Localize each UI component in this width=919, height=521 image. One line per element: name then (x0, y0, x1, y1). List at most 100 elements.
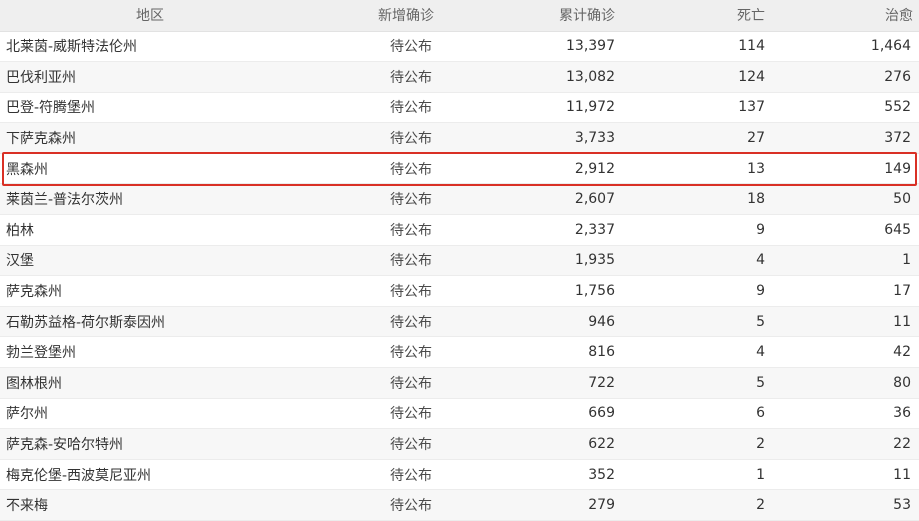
column-header-recovered[interactable]: 治愈 (771, 0, 919, 32)
total-confirmed-cell: 816 (440, 336, 621, 369)
deaths-cell: 5 (621, 367, 771, 399)
new-confirmed-cell: 待公布 (300, 275, 440, 307)
recovered-cell: 1,464 (771, 31, 919, 63)
column-header-region[interactable]: 地区 (0, 0, 300, 32)
table-row[interactable]: 柏林 待公布 2,337 9 645 (0, 214, 919, 246)
new-confirmed-cell: 待公布 (300, 92, 440, 124)
recovered-cell: 50 (771, 183, 919, 216)
region-cell: 萨尔州 (0, 398, 300, 430)
total-confirmed-cell: 13,397 (440, 31, 621, 63)
table-row[interactable]: 莱茵兰-普法尔茨州 待公布 2,607 18 50 (0, 183, 919, 216)
total-confirmed-cell: 352 (440, 459, 621, 491)
total-confirmed-cell: 946 (440, 306, 621, 338)
table-row[interactable]: 不来梅 待公布 279 2 53 (0, 489, 919, 521)
region-cell: 图林根州 (0, 367, 300, 399)
table-row[interactable]: 巴伐利亚州 待公布 13,082 124 276 (0, 61, 919, 93)
new-confirmed-cell: 待公布 (300, 31, 440, 63)
total-confirmed-cell: 11,972 (440, 92, 621, 124)
region-cell: 石勒苏益格-荷尔斯泰因州 (0, 306, 300, 338)
table-row[interactable]: 巴登-符腾堡州 待公布 11,972 137 552 (0, 92, 919, 124)
table-row[interactable]: 图林根州 待公布 722 5 80 (0, 367, 919, 399)
table-row[interactable]: 勃兰登堡州 待公布 816 4 42 (0, 336, 919, 369)
new-confirmed-cell: 待公布 (300, 428, 440, 460)
column-header-total-confirmed[interactable]: 累计确诊 (440, 0, 621, 32)
total-confirmed-cell: 2,912 (440, 153, 621, 185)
region-stats-table: 地区 新增确诊 累计确诊 死亡 治愈 北莱茵-威斯特法伦州 待公布 13,397… (0, 0, 919, 521)
column-header-new-confirmed[interactable]: 新增确诊 (300, 0, 440, 32)
region-cell: 梅克伦堡-西波莫尼亚州 (0, 459, 300, 491)
new-confirmed-cell: 待公布 (300, 61, 440, 93)
table-row[interactable]: 汉堡 待公布 1,935 4 1 (0, 245, 919, 277)
deaths-cell: 9 (621, 275, 771, 307)
deaths-cell: 114 (621, 31, 771, 63)
column-header-deaths[interactable]: 死亡 (621, 0, 771, 32)
new-confirmed-cell: 待公布 (300, 489, 440, 521)
recovered-cell: 17 (771, 275, 919, 307)
total-confirmed-cell: 1,756 (440, 275, 621, 307)
region-cell: 黑森州 (0, 153, 300, 185)
deaths-cell: 5 (621, 306, 771, 338)
table-row[interactable]: 石勒苏益格-荷尔斯泰因州 待公布 946 5 11 (0, 306, 919, 338)
recovered-cell: 372 (771, 122, 919, 154)
total-confirmed-cell: 3,733 (440, 122, 621, 154)
total-confirmed-cell: 2,337 (440, 214, 621, 246)
recovered-cell: 11 (771, 306, 919, 338)
table-row[interactable]: 萨克森-安哈尔特州 待公布 622 2 22 (0, 428, 919, 460)
total-confirmed-cell: 669 (440, 398, 621, 430)
new-confirmed-cell: 待公布 (300, 398, 440, 430)
table-row[interactable]: 北莱茵-威斯特法伦州 待公布 13,397 114 1,464 (0, 31, 919, 63)
recovered-cell: 149 (771, 153, 919, 185)
region-cell: 萨克森-安哈尔特州 (0, 428, 300, 460)
total-confirmed-cell: 1,935 (440, 245, 621, 277)
recovered-cell: 80 (771, 367, 919, 399)
deaths-cell: 124 (621, 61, 771, 93)
deaths-cell: 6 (621, 398, 771, 430)
new-confirmed-cell: 待公布 (300, 367, 440, 399)
deaths-cell: 4 (621, 245, 771, 277)
deaths-cell: 18 (621, 183, 771, 216)
recovered-cell: 276 (771, 61, 919, 93)
new-confirmed-cell: 待公布 (300, 122, 440, 154)
deaths-cell: 4 (621, 336, 771, 369)
deaths-cell: 1 (621, 459, 771, 491)
table-row[interactable]: 萨尔州 待公布 669 6 36 (0, 398, 919, 430)
total-confirmed-cell: 2,607 (440, 183, 621, 216)
deaths-cell: 137 (621, 92, 771, 124)
region-cell: 巴登-符腾堡州 (0, 92, 300, 124)
region-cell: 柏林 (0, 214, 300, 246)
region-cell: 勃兰登堡州 (0, 336, 300, 369)
new-confirmed-cell: 待公布 (300, 306, 440, 338)
recovered-cell: 552 (771, 92, 919, 124)
total-confirmed-cell: 722 (440, 367, 621, 399)
region-cell: 不来梅 (0, 489, 300, 521)
recovered-cell: 11 (771, 459, 919, 491)
recovered-cell: 645 (771, 214, 919, 246)
deaths-cell: 2 (621, 489, 771, 521)
region-cell: 下萨克森州 (0, 122, 300, 154)
table-row[interactable]: 萨克森州 待公布 1,756 9 17 (0, 275, 919, 307)
table-row-highlighted[interactable]: 黑森州 待公布 2,912 13 149 (0, 153, 919, 185)
table-row[interactable]: 下萨克森州 待公布 3,733 27 372 (0, 122, 919, 154)
region-cell: 萨克森州 (0, 275, 300, 307)
new-confirmed-cell: 待公布 (300, 153, 440, 185)
deaths-cell: 2 (621, 428, 771, 460)
recovered-cell: 36 (771, 398, 919, 430)
recovered-cell: 22 (771, 428, 919, 460)
new-confirmed-cell: 待公布 (300, 336, 440, 369)
total-confirmed-cell: 13,082 (440, 61, 621, 93)
region-cell: 汉堡 (0, 245, 300, 277)
new-confirmed-cell: 待公布 (300, 183, 440, 216)
region-cell: 巴伐利亚州 (0, 61, 300, 93)
region-cell: 北莱茵-威斯特法伦州 (0, 31, 300, 63)
table-row[interactable]: 梅克伦堡-西波莫尼亚州 待公布 352 1 11 (0, 459, 919, 491)
recovered-cell: 1 (771, 245, 919, 277)
new-confirmed-cell: 待公布 (300, 245, 440, 277)
recovered-cell: 42 (771, 336, 919, 369)
total-confirmed-cell: 279 (440, 489, 621, 521)
table-header: 地区 新增确诊 累计确诊 死亡 治愈 (0, 0, 919, 32)
total-confirmed-cell: 622 (440, 428, 621, 460)
deaths-cell: 27 (621, 122, 771, 154)
header-row: 地区 新增确诊 累计确诊 死亡 治愈 (0, 0, 919, 32)
recovered-cell: 53 (771, 489, 919, 521)
new-confirmed-cell: 待公布 (300, 459, 440, 491)
